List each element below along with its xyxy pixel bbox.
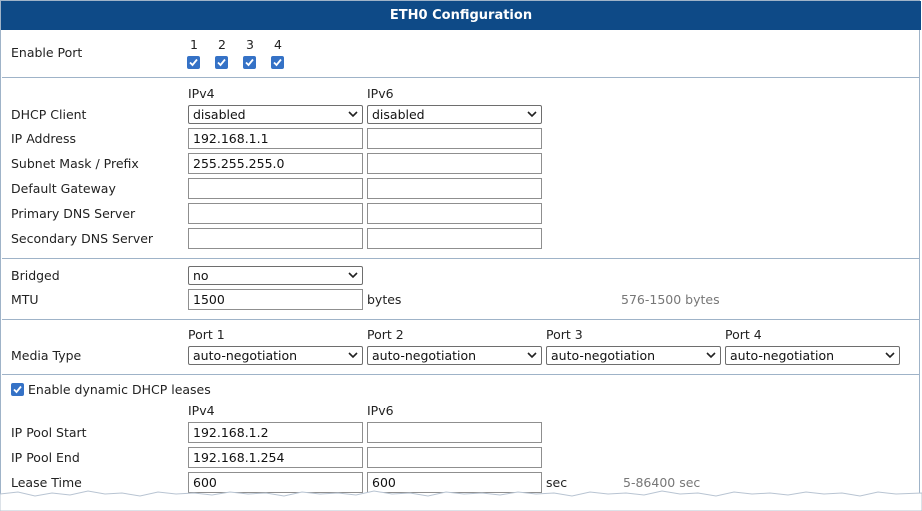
bridged-value: no bbox=[193, 268, 209, 283]
bridged-label: Bridged bbox=[11, 268, 60, 283]
default-gateway-label: Default Gateway bbox=[11, 181, 116, 196]
media-type-port-2-value: auto-negotiation bbox=[372, 348, 477, 363]
ip-address-ipv6-input[interactable] bbox=[367, 128, 542, 149]
media-type-port-1-value: auto-negotiation bbox=[193, 348, 298, 363]
subnet-mask-ipv4-input[interactable]: 255.255.255.0 bbox=[188, 153, 363, 174]
subnet-mask-label: Subnet Mask / Prefix bbox=[11, 156, 139, 171]
chevron-down-icon bbox=[706, 352, 716, 359]
chevron-down-icon bbox=[885, 352, 895, 359]
port-2-checkbox[interactable] bbox=[215, 56, 228, 69]
ip-pool-start-label: IP Pool Start bbox=[11, 425, 87, 440]
section-divider bbox=[2, 77, 920, 78]
ip-pool-end-label: IP Pool End bbox=[11, 450, 80, 465]
ipv6-column-header: IPv6 bbox=[367, 86, 394, 101]
ip-pool-start-ipv6-input[interactable] bbox=[367, 422, 542, 443]
ip-address-label: IP Address bbox=[11, 131, 76, 146]
eth0-config-panel: ETH0 Configuration Enable Port 1 2 3 4 I… bbox=[0, 0, 921, 504]
port-3-checkbox[interactable] bbox=[243, 56, 256, 69]
chevron-down-icon bbox=[348, 272, 358, 279]
dhcp-client-label: DHCP Client bbox=[11, 107, 87, 122]
enable-port-label: Enable Port bbox=[11, 45, 83, 60]
ipv4-column-header: IPv4 bbox=[188, 86, 215, 101]
chevron-down-icon bbox=[348, 111, 358, 118]
chevron-down-icon bbox=[348, 352, 358, 359]
default-gateway-ipv6-input[interactable] bbox=[367, 178, 542, 199]
dhcp-ipv6-column-header: IPv6 bbox=[367, 403, 394, 418]
primary-dns-ipv6-input[interactable] bbox=[367, 203, 542, 224]
default-gateway-ipv4-input[interactable] bbox=[188, 178, 363, 199]
bridged-select[interactable]: no bbox=[188, 266, 363, 285]
media-type-label: Media Type bbox=[11, 348, 82, 363]
chevron-down-icon bbox=[527, 352, 537, 359]
media-type-port-4-value: auto-negotiation bbox=[730, 348, 835, 363]
torn-edge bbox=[0, 490, 922, 511]
port-4-checkbox[interactable] bbox=[271, 56, 284, 69]
dhcp-client-ipv4-value: disabled bbox=[193, 107, 246, 122]
enable-dhcp-leases-label: Enable dynamic DHCP leases bbox=[28, 382, 211, 397]
port-1-checkbox[interactable] bbox=[187, 56, 200, 69]
enable-dhcp-leases-checkbox[interactable] bbox=[11, 383, 24, 396]
ip-pool-end-ipv4-input[interactable]: 192.168.1.254 bbox=[188, 447, 363, 468]
mtu-label: MTU bbox=[11, 292, 39, 307]
section-divider bbox=[2, 258, 920, 259]
dhcp-ipv4-column-header: IPv4 bbox=[188, 403, 215, 418]
panel-title: ETH0 Configuration bbox=[1, 1, 921, 30]
port-2-number: 2 bbox=[218, 37, 226, 52]
primary-dns-ipv4-input[interactable] bbox=[188, 203, 363, 224]
ip-pool-start-ipv4-input[interactable]: 192.168.1.2 bbox=[188, 422, 363, 443]
port-1-header: Port 1 bbox=[188, 327, 225, 342]
dhcp-client-ipv4-select[interactable]: disabled bbox=[188, 105, 363, 124]
secondary-dns-label: Secondary DNS Server bbox=[11, 231, 154, 246]
media-type-port-3-select[interactable]: auto-negotiation bbox=[546, 346, 721, 365]
mtu-range-hint: 576-1500 bytes bbox=[621, 292, 720, 307]
port-3-header: Port 3 bbox=[546, 327, 583, 342]
port-4-header: Port 4 bbox=[725, 327, 762, 342]
port-4-number: 4 bbox=[274, 37, 282, 52]
port-1-number: 1 bbox=[190, 37, 198, 52]
media-type-port-2-select[interactable]: auto-negotiation bbox=[367, 346, 542, 365]
section-divider bbox=[2, 374, 920, 375]
media-type-port-3-value: auto-negotiation bbox=[551, 348, 656, 363]
dhcp-client-ipv6-value: disabled bbox=[372, 107, 425, 122]
media-type-port-4-select[interactable]: auto-negotiation bbox=[725, 346, 900, 365]
section-divider bbox=[2, 319, 920, 320]
ip-address-ipv4-input[interactable]: 192.168.1.1 bbox=[188, 128, 363, 149]
mtu-input[interactable]: 1500 bbox=[188, 289, 363, 310]
ip-pool-end-ipv6-input[interactable] bbox=[367, 447, 542, 468]
port-2-header: Port 2 bbox=[367, 327, 404, 342]
dhcp-client-ipv6-select[interactable]: disabled bbox=[367, 105, 542, 124]
chevron-down-icon bbox=[527, 111, 537, 118]
secondary-dns-ipv4-input[interactable] bbox=[188, 228, 363, 249]
secondary-dns-ipv6-input[interactable] bbox=[367, 228, 542, 249]
mtu-unit: bytes bbox=[367, 292, 402, 307]
subnet-mask-ipv6-input[interactable] bbox=[367, 153, 542, 174]
primary-dns-label: Primary DNS Server bbox=[11, 206, 136, 221]
port-3-number: 3 bbox=[246, 37, 254, 52]
media-type-port-1-select[interactable]: auto-negotiation bbox=[188, 346, 363, 365]
